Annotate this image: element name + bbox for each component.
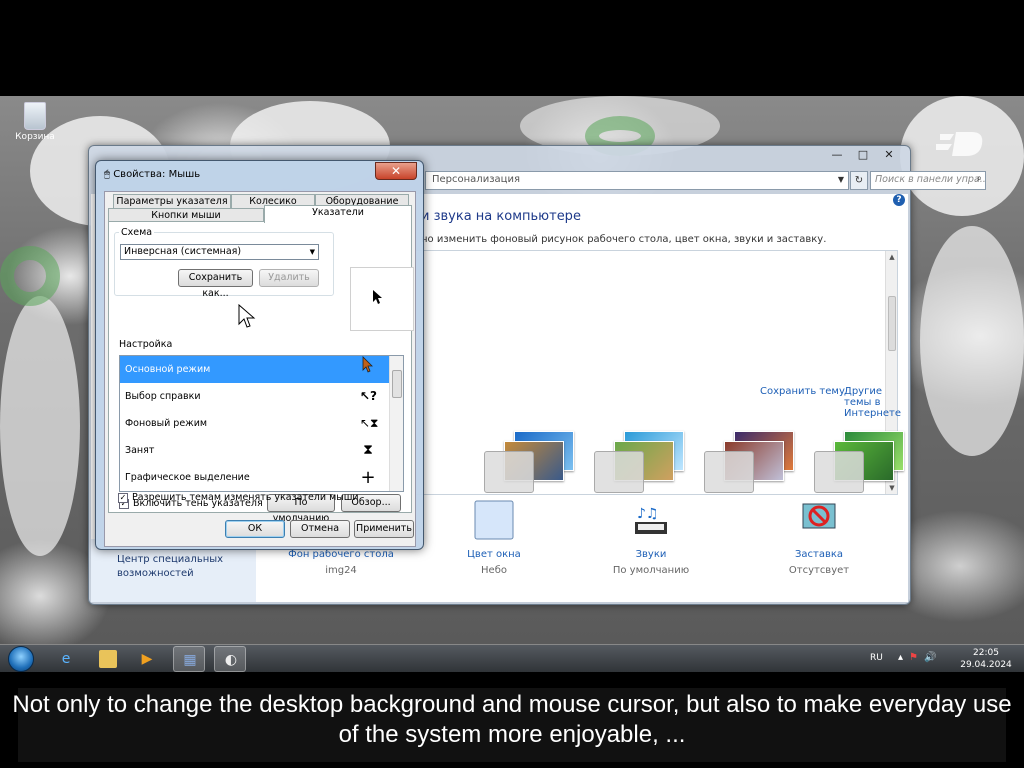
settings-label: Настройка [119,339,173,350]
taskbar-ie[interactable]: e [50,646,82,672]
page-title: и звука на компьютере [421,209,581,224]
wallpaper-shape [920,226,1024,456]
taskbar-control-panel[interactable]: ▦ [173,646,205,672]
delete-button[interactable]: Удалить [259,269,319,287]
page-description: но изменить фоновый рисунок рабочего сто… [421,234,827,245]
channel-logo-icon [936,132,983,156]
chevron-down-icon: ▼ [309,248,315,256]
taskbar-explorer[interactable] [92,646,124,672]
list-item[interactable]: Основной режим [120,356,390,383]
theme-thumbnails [344,431,904,493]
checkbox-checked-icon: ✓ [118,493,128,503]
address-dropdown-icon[interactable]: ▼ [834,170,848,189]
pointer-list[interactable]: Основной режим Выбор справки ↖? Фоновый … [119,355,404,492]
dialog-close-button[interactable]: ✕ [375,162,417,180]
mouse-icon: ◐ [224,652,238,668]
tab-pointers[interactable]: Указатели [264,205,412,223]
scroll-thumb[interactable] [888,296,896,351]
wallpaper-shape [0,246,60,306]
theme-thumbnail[interactable] [484,431,576,493]
themes-list: ▲ ▼ Сохранить тему Другие темы в Интерне… [343,250,904,495]
mouse-properties-dialog: 🖱 Свойства: Мышь ✕ Параметры указателя К… [95,160,424,550]
internet-explorer-icon: e [61,651,71,667]
subtitle-area: Not only to change the desktop backgroun… [0,672,1024,768]
mouse-icon: 🖱 [104,169,110,180]
flag-icon[interactable]: ⚑ [909,652,924,663]
tray-icons: ▴⚑🔊 [898,652,942,663]
ok-button[interactable]: ОК [225,520,285,538]
dialog-title: 🖱 Свойства: Мышь [104,169,201,180]
screensaver-setting[interactable]: Заставка Отсутсвует [754,500,884,576]
cancel-button[interactable]: Отмена [290,520,350,538]
save-as-button[interactable]: Сохранить как... [178,269,253,299]
save-theme-link[interactable]: Сохранить тему [760,386,845,397]
list-item[interactable]: Графическое выделение + [120,464,390,491]
window-color-setting[interactable]: Цвет окна Небо [429,500,559,576]
svg-text:♪♫: ♪♫ [637,506,659,522]
sounds-setting[interactable]: ♪♫ Звуки По умолчанию [586,500,716,576]
close-button[interactable]: ✕ [876,147,902,163]
recycle-bin[interactable]: Корзина [10,102,60,142]
scroll-up-icon[interactable]: ▲ [886,251,898,263]
pointers-panel: Схема Инверсная (системная) ▼ Сохранить … [108,221,414,524]
help-cursor-icon: ↖? [360,389,378,403]
taskbar-mouse-properties[interactable]: ◐ [214,646,246,672]
show-hidden-icon[interactable]: ▴ [898,652,909,663]
crosshair-cursor-icon: + [360,467,376,488]
screensaver-icon [802,503,836,529]
tab-pointer-options[interactable]: Параметры указателя [113,194,231,208]
control-panel-icon: ▦ [183,652,197,668]
working-cursor-icon: ↖⧗ [360,416,379,430]
scheme-select[interactable]: Инверсная (системная) ▼ [120,244,319,260]
list-item[interactable]: Фоновый режим ↖⧗ [120,410,390,437]
list-item[interactable]: Выбор справки ↖? [120,383,390,410]
pointer-preview [350,267,414,331]
scheme-label: Схема [119,227,155,238]
pointer-list-scrollbar[interactable] [389,356,403,491]
maximize-button[interactable]: □ [850,147,876,163]
search-icon: ⌕ [976,173,982,184]
more-themes-link[interactable]: Другие темы в Интернете [844,386,901,419]
help-icon[interactable]: ? [893,194,905,206]
sounds-icon: ♪♫ [635,506,667,534]
theme-thumbnail[interactable] [594,431,686,493]
taskbar: e ▶ ▦ ◐ RU ▴⚑🔊 22:05 29.04.2024 [0,644,1024,672]
minimize-button[interactable]: — [824,147,850,163]
color-icon [474,500,514,540]
media-player-icon: ▶ [141,651,153,667]
volume-icon[interactable]: 🔊 [924,652,942,663]
clock[interactable]: 22:05 29.04.2024 [958,647,1014,671]
theme-thumbnail[interactable] [704,431,796,493]
mouse-cursor-icon [238,304,256,328]
language-indicator[interactable]: RU [870,653,883,663]
busy-cursor-icon: ⧗ [363,442,373,458]
arrow-cursor-icon [373,290,382,304]
scroll-thumb[interactable] [392,370,402,398]
taskbar-media-player[interactable]: ▶ [131,646,163,672]
refresh-button[interactable]: ↻ [850,171,868,190]
search-input[interactable]: Поиск в панели упра... ⌕ [870,171,986,190]
tab-buttons[interactable]: Кнопки мыши [108,208,264,222]
arrow-cursor-icon [360,356,376,383]
address-bar[interactable]: Персонализация [425,171,849,190]
theme-thumbnail[interactable] [814,431,906,493]
subtitle-text: Not only to change the desktop backgroun… [12,691,1012,748]
start-button[interactable] [8,646,34,672]
window-controls: — □ ✕ [824,147,902,163]
top-letterbox [0,0,1024,96]
apply-button[interactable]: Применить [354,520,414,538]
wallpaper-shape [0,296,80,556]
allow-themes-checkbox[interactable]: ✓ Разрешить темам изменять указатели мыш… [118,492,359,503]
recycle-bin-label: Корзина [15,132,55,142]
dialog-body: Параметры указателя Колесико Оборудовани… [104,191,416,547]
folder-icon [99,650,117,668]
list-item[interactable]: Занят ⧗ [120,437,390,464]
recycle-bin-icon [24,102,46,130]
